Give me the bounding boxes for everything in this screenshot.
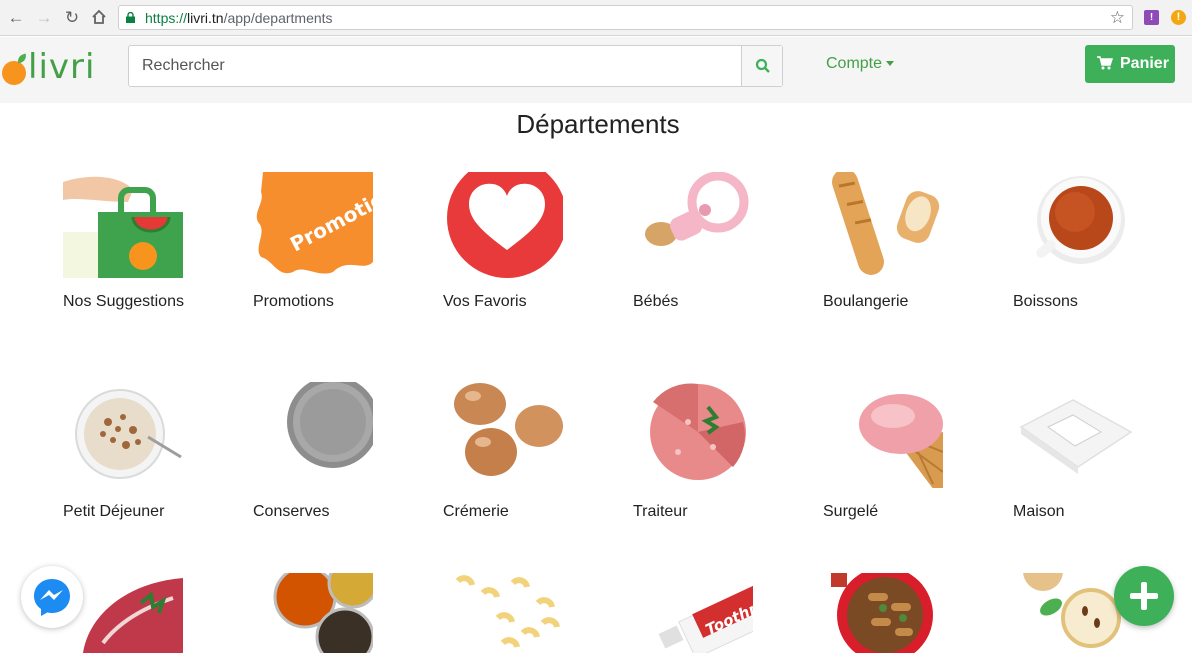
suggestions-bag-icon [63,172,183,278]
cart-label: Panier [1120,55,1169,72]
promotion-splash-icon: Promotion [253,172,373,278]
department-label: Crémerie [443,503,509,520]
livri-logo[interactable]: livri [0,47,110,87]
salami-icon [633,382,753,488]
department-label: Bébés [633,293,679,310]
heart-icon [443,172,563,278]
department-label: Promotions [253,293,334,310]
address-bar[interactable]: https://livri.tn/app/departments ☆ [118,5,1133,30]
cart-icon [1097,56,1113,70]
caret-down-icon [886,61,895,67]
baguette-icon [823,172,943,278]
account-label: Compte [826,55,883,72]
eggs-icon [443,382,563,488]
spices-icon [253,573,373,653]
tin-can-icon [253,382,373,488]
browser-toolbar: ← → ↻ https://livri.tn/app/departments ☆… [0,0,1192,36]
search-icon [755,58,770,73]
search-button[interactable] [741,46,782,86]
forward-arrow-icon[interactable]: → [34,8,54,28]
back-arrow-icon[interactable]: ← [6,8,26,28]
department-label: Traiteur [633,503,688,520]
home-icon[interactable] [89,8,109,28]
app-header: livri Compte Panier [0,37,1192,103]
messenger-icon [34,579,70,616]
extension-icon[interactable]: ! [1144,10,1159,25]
toothpaste-icon: Toothp [633,573,753,653]
department-label: Maison [1013,503,1065,520]
reload-icon[interactable]: ↻ [62,8,82,28]
plus-icon [1130,582,1158,610]
lock-icon [126,12,135,23]
url-text: https://livri.tn/app/departments [145,10,333,26]
department-label: Petit Déjeuner [63,503,165,520]
logo-text: livri [28,47,96,87]
pet-food-icon [823,573,943,653]
ice-cream-icon [823,382,943,488]
department-label: Boulangerie [823,293,909,310]
cart-button[interactable]: Panier [1085,45,1175,83]
department-label: Vos Favoris [443,293,527,310]
tissue-box-icon [1013,382,1133,488]
add-button[interactable] [1114,566,1174,626]
extension-alert-icon[interactable]: ! [1171,10,1186,25]
steak-icon [63,573,183,653]
cereal-bowl-icon [63,382,183,488]
pasta-icon [443,573,563,653]
messenger-chat-button[interactable] [21,566,83,628]
account-dropdown[interactable]: Compte [826,55,895,73]
bookmark-star-icon[interactable]: ☆ [1110,8,1125,28]
department-label: Boissons [1013,293,1078,310]
department-label: Conserves [253,503,330,520]
pacifier-icon [633,172,753,278]
search-bar [128,45,783,87]
page-title: Départements [516,109,680,139]
orange-icon [2,61,26,85]
department-label: Nos Suggestions [63,293,184,310]
tea-cup-icon [1013,172,1133,278]
search-input[interactable] [129,46,742,86]
department-label: Surgelé [823,503,879,520]
